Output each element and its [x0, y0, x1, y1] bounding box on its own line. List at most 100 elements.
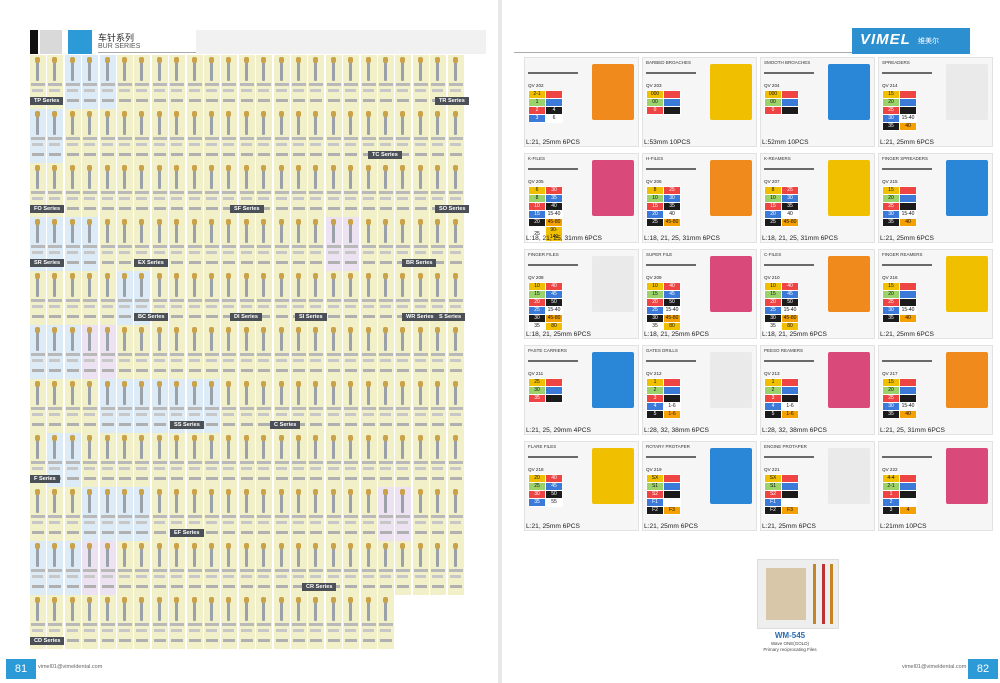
file-instrument	[528, 360, 578, 362]
size-cell: 50	[545, 298, 563, 307]
product-caption: L:18, 21, 25mm 6PCS	[762, 331, 827, 338]
product-package-image	[828, 160, 870, 216]
size-cell: 80	[663, 322, 681, 331]
size-cell: 20	[882, 194, 900, 203]
bur-item	[169, 109, 187, 163]
bur-item	[256, 217, 274, 271]
size-cell: 6	[545, 114, 563, 123]
bur-item	[325, 595, 343, 649]
size-cell: F2	[646, 506, 664, 515]
bur-item	[395, 541, 413, 595]
size-cell	[899, 482, 917, 491]
size-cell: 35	[882, 218, 900, 227]
bur-item	[360, 487, 378, 541]
product-code: QV 204	[764, 83, 780, 88]
product-package-image	[710, 448, 752, 504]
bur-item	[221, 55, 239, 109]
bur-item	[447, 379, 465, 433]
bur-item	[204, 271, 221, 325]
bur-item	[430, 433, 448, 487]
bur-item	[308, 595, 326, 649]
bur-item	[221, 433, 239, 487]
contact-email: vimel01@vimeldental.com	[902, 664, 967, 670]
series-label: S Series	[435, 313, 466, 321]
file-instrument	[813, 564, 816, 624]
size-cell: 80	[781, 322, 799, 331]
size-cell: 25	[646, 218, 664, 227]
series-label: TC Series	[368, 151, 402, 159]
product-package-image	[592, 352, 634, 408]
product-caption: L:21, 25, 29mm 4PCS	[526, 427, 591, 434]
product-card: QV 217 15 20 25 30 15-40 35 40	[878, 345, 993, 435]
size-table: 1 2 3 4 1-6 5 1-6	[764, 378, 799, 419]
bur-item	[447, 487, 465, 541]
bur-item	[308, 487, 326, 541]
size-table: SX S1 S2 F1 F2 F3	[646, 474, 681, 515]
bur-item	[204, 109, 221, 163]
bur-item	[221, 595, 239, 649]
bur-item	[30, 541, 47, 595]
size-cell: 15-40	[663, 306, 681, 315]
product-package-image	[828, 64, 870, 120]
size-cell: 15-40	[899, 210, 917, 219]
bur-item	[99, 217, 117, 271]
size-table: 000 00 0	[764, 90, 799, 115]
size-cell	[899, 474, 917, 483]
bur-item	[273, 487, 291, 541]
product-card: SUPER FILE QV 209 10 40 15 45 20 50 25 15-40 30 45-…	[642, 249, 757, 339]
bur-item	[134, 595, 152, 649]
bur-item	[134, 55, 152, 109]
bur-item	[117, 541, 134, 595]
bur-item	[412, 325, 430, 379]
bur-item	[117, 109, 134, 163]
bur-item	[378, 595, 395, 649]
size-cell: F1	[764, 498, 782, 507]
file-instrument	[646, 456, 696, 458]
product-caption: L:21, 25mm 6PCS	[880, 331, 934, 338]
bur-item	[378, 55, 395, 109]
bur-item	[64, 271, 82, 325]
bur-item	[99, 379, 117, 433]
product-card: QV 222 4-4 2-1 1 2 3 4	[878, 441, 993, 531]
bur-item	[64, 541, 82, 595]
bur-item	[64, 379, 82, 433]
size-cell: 80	[545, 322, 563, 331]
bur-item	[343, 379, 361, 433]
bur-item	[378, 433, 395, 487]
size-cell: 30	[882, 402, 900, 411]
size-cell: 2	[528, 106, 546, 115]
bur-item	[204, 163, 221, 217]
size-cell	[663, 482, 681, 491]
bur-item	[64, 109, 82, 163]
size-cell: 3	[882, 506, 900, 515]
size-cell	[663, 498, 681, 507]
size-cell	[899, 498, 917, 507]
bur-item	[47, 325, 65, 379]
product-code: QV 216	[882, 275, 898, 280]
bur-item	[99, 433, 117, 487]
bur-item	[64, 433, 82, 487]
bur-item	[238, 595, 256, 649]
product-package-image	[592, 64, 634, 120]
size-cell: 25	[646, 306, 664, 315]
header-rule	[514, 52, 852, 53]
series-label: TP Series	[30, 97, 64, 105]
product-code: QV 205	[528, 179, 544, 184]
bur-item	[204, 433, 221, 487]
bur-item	[378, 487, 395, 541]
size-cell: F3	[781, 506, 799, 515]
product-package-image	[946, 160, 988, 216]
bur-item	[412, 487, 430, 541]
size-cell: 25	[882, 394, 900, 403]
bur-item	[308, 325, 326, 379]
size-cell: 20	[646, 210, 664, 219]
size-cell: 30	[663, 194, 681, 203]
size-cell: 15	[764, 202, 782, 211]
header-blue-block	[68, 30, 92, 54]
file-instrument	[764, 456, 814, 458]
bur-item	[343, 595, 361, 649]
featured-product-image	[757, 559, 839, 629]
bur-item	[82, 325, 100, 379]
series-label: BC Series	[134, 313, 169, 321]
contact-email: vimel01@vimeldental.com	[38, 664, 103, 670]
